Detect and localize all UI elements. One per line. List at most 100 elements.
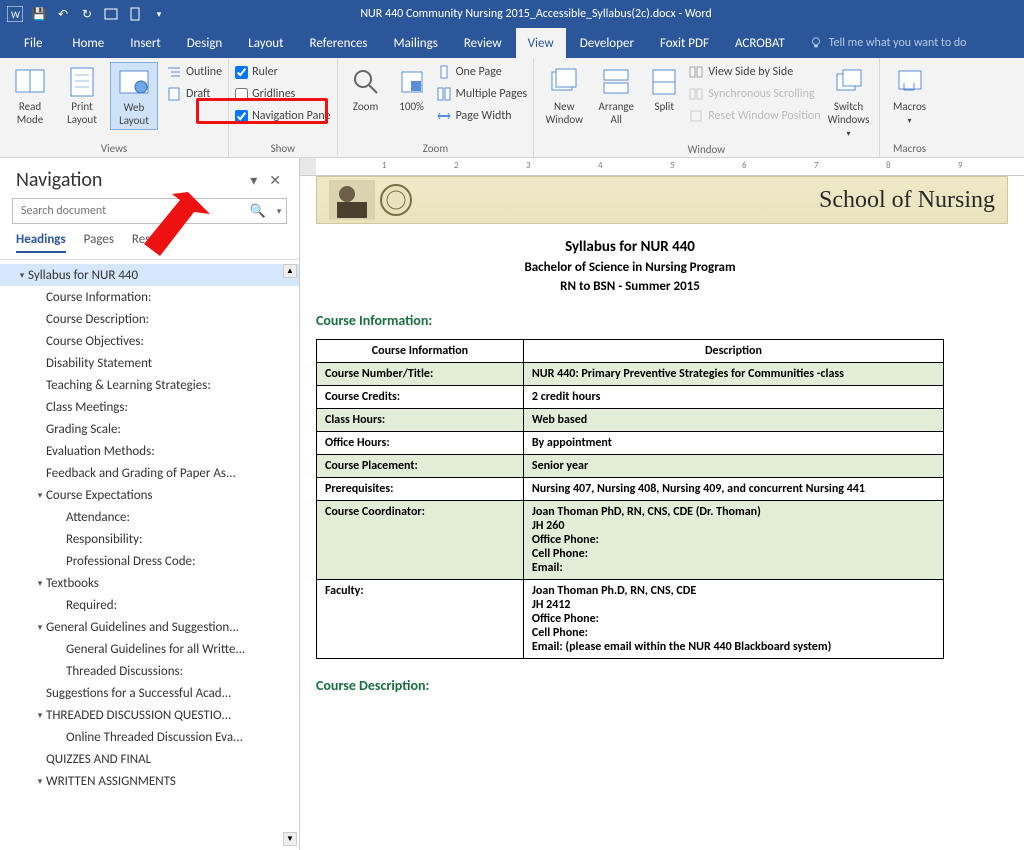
tab-insert[interactable]: Insert [118,28,173,58]
tab-foxit[interactable]: Foxit PDF [648,28,721,58]
navtab-pages[interactable]: Pages [84,232,114,253]
ruler-checkbox[interactable]: Ruler [235,62,331,82]
nav-item-label: Syllabus for NUR 440 [28,268,138,283]
nav-close[interactable]: ✕ [263,172,287,189]
tree-scroll-up[interactable]: ▲ [283,264,297,278]
nav-item-label: Teaching & Learning Strategies: [46,378,211,393]
row-value: Joan Thoman PhD, RN, CNS, CDE (Dr. Thoma… [523,501,943,580]
navtab-headings[interactable]: Headings [16,232,66,253]
col-description: Description [523,340,943,363]
nav-item[interactable]: Teaching & Learning Strategies: [0,374,299,396]
tab-home[interactable]: Home [60,28,116,58]
switch-windows-button[interactable]: Switch Windows ▾ [825,62,873,141]
read-mode-button[interactable]: Read Mode [6,62,54,128]
nav-item-label: Course Description: [46,312,149,327]
nav-item[interactable]: Suggestions for a Successful Acad... [0,682,299,704]
ruler-check[interactable] [235,66,248,79]
search-icon[interactable]: 🔍 [244,204,272,219]
tab-acrobat[interactable]: ACROBAT [723,28,797,58]
tab-design[interactable]: Design [175,28,234,58]
row-key: Faculty: [317,580,524,659]
macros-button[interactable]: Macros▾ [886,62,934,128]
nav-item[interactable]: ▾THREADED DISCUSSION QUESTIO... [0,704,299,726]
group-window-label: Window [540,141,872,156]
course-info-table: Course Information Description Course Nu… [316,339,944,659]
nav-item[interactable]: Required: [0,594,299,616]
tab-developer[interactable]: Developer [568,28,646,58]
nav-item[interactable]: ▾General Guidelines and Suggestion... [0,616,299,638]
nav-item-label: General Guidelines and Suggestion... [46,620,239,635]
nav-item[interactable]: ▾Syllabus for NUR 440 [0,264,299,286]
tell-me-text: Tell me what you want to do [829,36,967,50]
zoom-100-button[interactable]: 100% [392,62,432,115]
print-layout-button[interactable]: Print Layout [58,62,106,128]
tree-scroll-down[interactable]: ▼ [283,832,297,846]
nav-item-label: Disability Statement [46,356,152,371]
row-key: Office Hours: [317,432,524,455]
qat-customize-icon[interactable]: ▾ [150,5,168,23]
tree-twistie-icon[interactable]: ▾ [34,578,46,589]
undo-icon[interactable]: ↶ [54,5,72,23]
qat-icon2[interactable] [126,5,144,23]
redo-icon[interactable]: ↻ [78,5,96,23]
nav-item[interactable]: ▾Course Expectations [0,484,299,506]
nav-item[interactable]: Professional Dress Code: [0,550,299,572]
nav-item[interactable]: Responsibility: [0,528,299,550]
save-icon[interactable]: 💾 [30,5,48,23]
tree-twistie-icon[interactable]: ▾ [34,622,46,633]
table-row: Course Credits:2 credit hours [317,386,944,409]
tab-layout[interactable]: Layout [236,28,295,58]
web-layout-button[interactable]: Web Layout [110,62,158,130]
navtab-results[interactable]: Results [132,232,170,253]
page-width-button[interactable]: Page Width [436,106,528,126]
search-input[interactable] [13,204,244,218]
nav-search[interactable]: 🔍 ▾ [12,198,287,224]
nav-item[interactable]: Course Description: [0,308,299,330]
search-dropdown-icon[interactable]: ▾ [272,206,286,217]
nav-item[interactable]: Evaluation Methods: [0,440,299,462]
tab-file[interactable]: File [8,28,58,58]
arrange-all-button[interactable]: Arrange All [592,62,640,128]
nav-item[interactable]: QUIZZES AND FINAL [0,748,299,770]
nav-item[interactable]: Disability Statement [0,352,299,374]
zoom-button[interactable]: Zoom [344,62,388,115]
multi-page-button[interactable]: Multiple Pages [436,84,528,104]
nav-item[interactable]: General Guidelines for all Writte... [0,638,299,660]
tab-references[interactable]: References [298,28,380,58]
nav-item[interactable]: Feedback and Grading of Paper As... [0,462,299,484]
nav-item[interactable]: Online Threaded Discussion Eva... [0,726,299,748]
nav-item[interactable]: Course Information: [0,286,299,308]
nav-item[interactable]: Attendance: [0,506,299,528]
new-window-button[interactable]: New Window [540,62,588,128]
split-button[interactable]: Split [644,62,684,115]
nav-item[interactable]: Course Objectives: [0,330,299,352]
side-by-side-button[interactable]: View Side by Side [688,62,820,82]
nav-item[interactable]: Class Meetings: [0,396,299,418]
nav-item[interactable]: ▾Textbooks [0,572,299,594]
nav-item-label: Grading Scale: [46,422,121,437]
nav-item-label: Professional Dress Code: [66,554,196,569]
outline-button[interactable]: Outline [166,62,222,82]
tab-review[interactable]: Review [452,28,514,58]
one-page-button[interactable]: One Page [436,62,528,82]
window-title: NUR 440 Community Nursing 2015_Accessibl… [168,7,904,21]
arrange-all-icon [599,64,633,100]
nav-item[interactable]: ▾WRITTEN ASSIGNMENTS [0,770,299,792]
switch-windows-icon [832,64,866,100]
nav-item[interactable]: Threaded Discussions: [0,660,299,682]
tab-view[interactable]: View [516,28,566,58]
horizontal-ruler[interactable]: 12345678910 [300,158,1024,176]
nav-dropdown[interactable]: ▾ [244,172,263,189]
qat-icon1[interactable] [102,5,120,23]
tree-twistie-icon[interactable]: ▾ [34,490,46,501]
tree-twistie-icon[interactable]: ▾ [34,776,46,787]
tell-me[interactable]: Tell me what you want to do [799,28,977,58]
tree-twistie-icon[interactable]: ▾ [16,270,28,281]
tab-mailings[interactable]: Mailings [382,28,450,58]
group-zoom: Zoom 100% One Page Multiple Pages Page W… [338,58,535,157]
navigation-pane: Navigation ▾ ✕ 🔍 ▾ Headings Pages Result… [0,158,300,850]
nav-item[interactable]: Grading Scale: [0,418,299,440]
tree-twistie-icon[interactable]: ▾ [34,710,46,721]
doc-body[interactable]: Syllabus for NUR 440 Bachelor of Science… [300,224,1024,694]
doc-h3: RN to BSN - Summer 2015 [316,279,944,294]
